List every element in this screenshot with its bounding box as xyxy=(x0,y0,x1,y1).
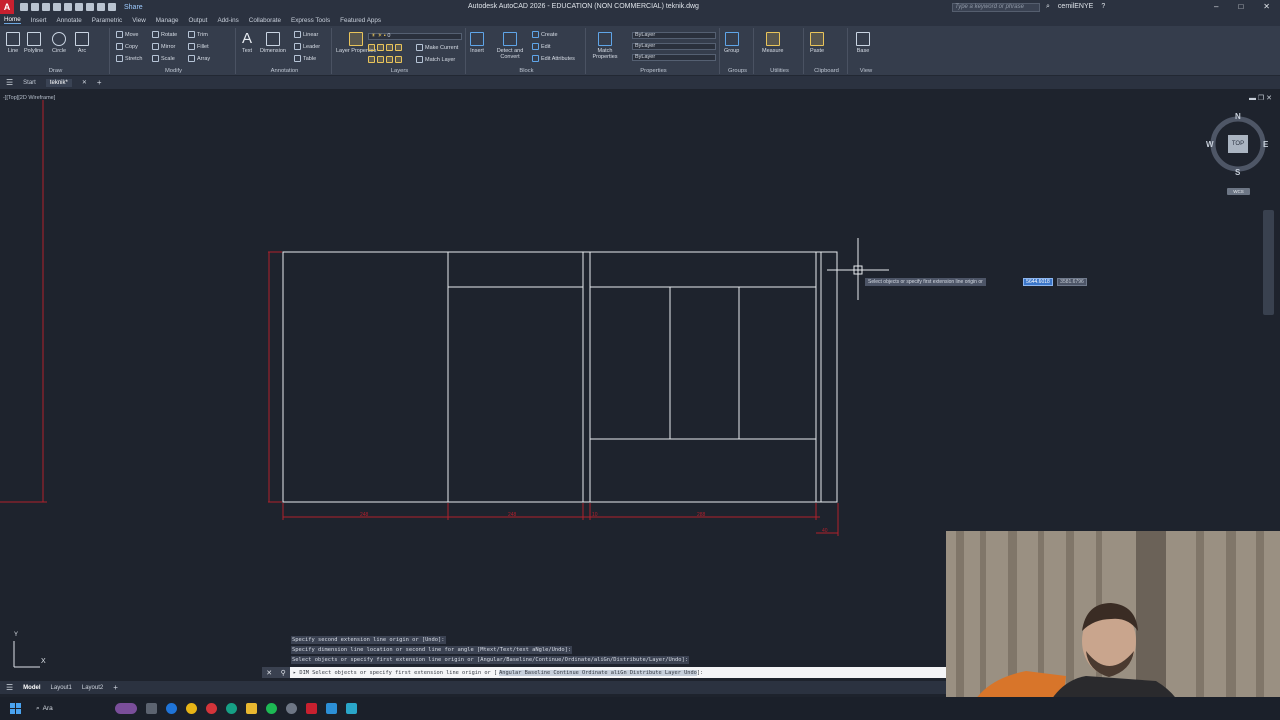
customize-icon[interactable]: ⚲ xyxy=(281,669,286,677)
ucs-icon xyxy=(13,641,40,668)
close-command-icon[interactable]: ✕ xyxy=(266,669,272,677)
file-explorer-icon[interactable] xyxy=(246,703,257,714)
compass-east[interactable]: E xyxy=(1263,140,1268,149)
crosshair-cursor xyxy=(827,238,889,300)
command-history-line: Specify second extension line origin or … xyxy=(291,636,446,644)
task-view-icon[interactable] xyxy=(146,703,157,714)
dim-text-4: 288 xyxy=(697,512,706,518)
app-icon[interactable] xyxy=(346,703,357,714)
floor-plan-geometry xyxy=(282,251,838,503)
tab-model[interactable]: Model xyxy=(23,685,40,691)
chrome-browser-icon[interactable] xyxy=(186,703,197,714)
command-line[interactable]: ✕ ⚲ ▸ DIM Select objects or specify firs… xyxy=(262,667,946,678)
dynamic-input-x[interactable]: 5644.6018 xyxy=(1023,278,1053,286)
dim-text-2: 248 xyxy=(508,512,517,518)
taskbar-search[interactable]: ⌕ Ara xyxy=(36,705,106,713)
webcam-image xyxy=(946,531,1280,720)
tab-layout1[interactable]: Layout1 xyxy=(51,685,72,691)
opera-browser-icon[interactable] xyxy=(206,703,217,714)
command-prompt: ▸ DIM Select objects or specify first ex… xyxy=(293,669,498,676)
ucs-y-label: Y xyxy=(14,632,19,638)
bottom-dimension-chain xyxy=(282,503,839,536)
wcs-menu[interactable]: WCS xyxy=(1227,188,1250,195)
settings-gear-icon[interactable] xyxy=(286,703,297,714)
dim-text-3: 10 xyxy=(592,512,598,518)
dim-text-5: 40 xyxy=(822,528,828,534)
viewcube-top-face[interactable]: TOP xyxy=(1228,135,1248,153)
add-layout-icon[interactable]: + xyxy=(113,683,118,692)
layout-menu-icon[interactable]: ☰ xyxy=(6,683,13,692)
command-options[interactable]: Angular Baseline Continue Ordinate aliGn… xyxy=(499,669,697,676)
windows-taskbar: ⌕ Ara xyxy=(0,697,1280,720)
spotify-icon[interactable] xyxy=(266,703,277,714)
navigation-bar[interactable] xyxy=(1263,210,1274,315)
compass-south[interactable]: S xyxy=(1235,168,1240,177)
weather-widget-icon[interactable] xyxy=(115,703,137,714)
dynamic-input-y[interactable]: 3581.6796 xyxy=(1057,278,1087,286)
left-dimension-lines xyxy=(0,100,282,503)
webcam-overlay xyxy=(946,531,1280,720)
command-history-line: Select objects or specify first extensio… xyxy=(291,656,689,664)
command-suffix: ]: xyxy=(696,669,704,676)
edge-browser-icon[interactable] xyxy=(166,703,177,714)
compass-west[interactable]: W xyxy=(1206,140,1214,149)
windows-start-icon[interactable] xyxy=(10,703,21,714)
dimension-texts: 248 248 10 288 40 xyxy=(360,512,828,534)
compass-north[interactable]: N xyxy=(1235,112,1241,121)
command-history: Specify second extension line origin or … xyxy=(291,636,689,666)
autocad-taskbar-icon[interactable] xyxy=(306,703,317,714)
tab-layout2[interactable]: Layout2 xyxy=(82,685,103,691)
ucs-x-label: X xyxy=(41,658,46,665)
command-history-line: Specify dimension line location or secon… xyxy=(291,646,573,654)
layout-tabs-bar: ☰ Model Layout1 Layout2 + xyxy=(0,681,946,694)
search-icon: ⌕ xyxy=(36,704,40,712)
globe-app-icon[interactable] xyxy=(226,703,237,714)
command-line-tools: ✕ ⚲ xyxy=(262,667,290,678)
vscode-icon[interactable] xyxy=(326,703,337,714)
dim-text-1: 248 xyxy=(360,512,369,518)
dynamic-input-prompt: Select objects or specify first extensio… xyxy=(865,278,986,286)
